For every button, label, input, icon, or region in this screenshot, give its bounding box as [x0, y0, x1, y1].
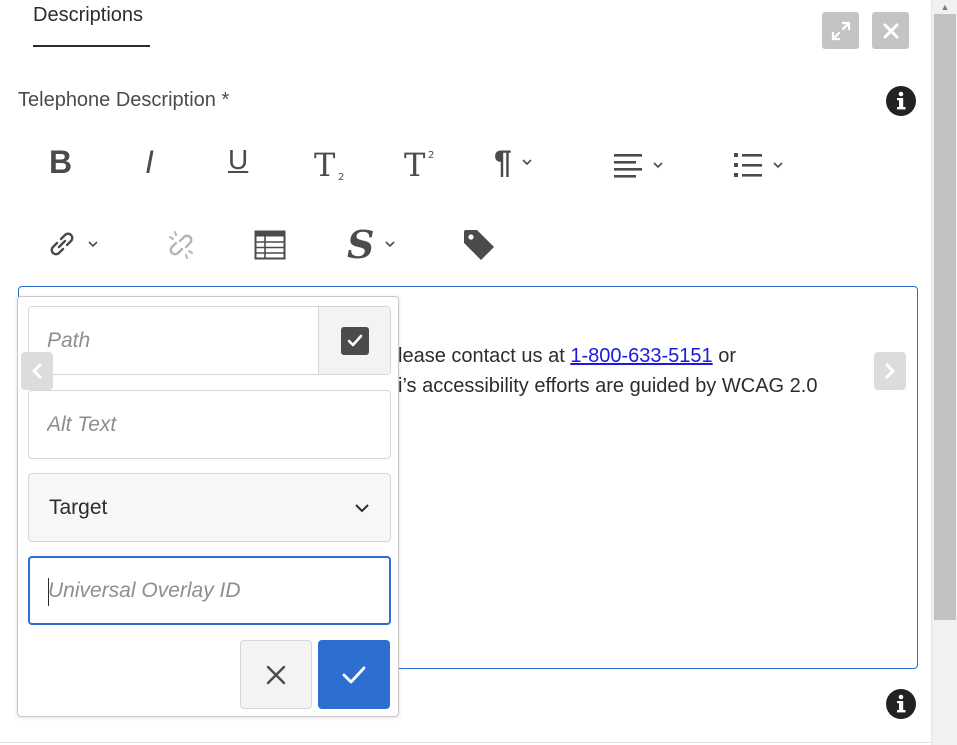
special-chars-icon: S [347, 224, 374, 264]
confirm-button[interactable] [318, 640, 390, 709]
browse-checkbox-cell[interactable] [318, 307, 390, 374]
field-label: Telephone Description * [18, 89, 230, 111]
bulleted-list-icon [734, 153, 762, 177]
superscript-icon: T 2 [404, 146, 434, 182]
checkbox[interactable] [340, 326, 369, 355]
scrollbar-thumb[interactable] [934, 14, 956, 620]
chevron-left-icon [31, 362, 43, 380]
info-icon[interactable] [885, 85, 917, 117]
tag-icon [464, 230, 494, 260]
underline-icon: U [228, 144, 249, 175]
divider [0, 742, 931, 743]
scroll-up-arrow-icon[interactable]: ▲ [932, 0, 957, 14]
italic-button[interactable]: I [145, 146, 154, 178]
bold-icon: B [49, 144, 73, 180]
editor-content[interactable]: lease contact us at 1-800-633-5151 or i’… [398, 341, 868, 401]
path-field[interactable] [28, 306, 391, 375]
fullscreen-icon [831, 21, 850, 40]
universal-overlay-id-input[interactable] [30, 558, 389, 623]
link-dropdown[interactable] [46, 228, 98, 260]
tab-active-indicator [33, 45, 150, 47]
link-icon [50, 232, 74, 256]
link-dialog: Target [17, 296, 399, 717]
scrollbar[interactable]: ▲ [931, 0, 957, 745]
chevron-right-icon [884, 362, 896, 380]
align-left-icon [614, 154, 642, 178]
chevron-down-icon [773, 162, 783, 169]
underline-button[interactable]: U [228, 146, 248, 174]
chevron-down-icon [653, 162, 663, 169]
italic-icon: I [145, 144, 154, 180]
editor-line-1: lease contact us at 1-800-633-5151 or [398, 341, 868, 371]
checkmark-icon [342, 666, 366, 683]
target-select[interactable]: Target [28, 473, 391, 542]
subscript-icon: T 2 [314, 146, 344, 182]
next-button[interactable] [874, 352, 906, 390]
info-icon[interactable] [885, 688, 917, 720]
unlink-button[interactable] [164, 228, 198, 262]
target-select-value: Target [49, 495, 108, 519]
svg-text:S: S [347, 224, 374, 264]
svg-text:T: T [314, 146, 336, 182]
svg-text:2: 2 [338, 172, 344, 182]
paragraph-format-dropdown[interactable]: ¶ [494, 146, 532, 178]
alt-text-field[interactable] [28, 390, 391, 459]
editor-line-2: i’s accessibility efforts are guided by … [398, 375, 818, 397]
chevron-down-icon [88, 241, 98, 248]
editor-text-2: or [712, 345, 737, 367]
close-button[interactable] [872, 12, 909, 49]
subscript-button[interactable]: T 2 [312, 146, 348, 182]
svg-text:2: 2 [428, 150, 434, 161]
text-cursor [48, 578, 49, 606]
align-dropdown[interactable] [613, 150, 663, 180]
tab-descriptions[interactable]: Descriptions [33, 4, 143, 27]
fullscreen-button[interactable] [822, 12, 859, 49]
table-icon [254, 230, 286, 260]
superscript-button[interactable]: T 2 [402, 146, 438, 182]
close-icon [883, 23, 898, 38]
chevron-down-icon [522, 159, 532, 166]
svg-text:T: T [404, 146, 426, 182]
universal-overlay-id-field[interactable] [28, 556, 391, 625]
tag-button[interactable] [462, 228, 496, 262]
editor-text-1: lease contact us at [398, 345, 571, 367]
table-button[interactable] [254, 230, 286, 260]
phone-link[interactable]: 1-800-633-5151 [570, 345, 712, 367]
unlink-icon [169, 231, 193, 259]
list-dropdown[interactable] [733, 150, 783, 180]
paragraph-icon: ¶ [494, 144, 512, 180]
previous-button[interactable] [21, 352, 53, 390]
alt-text-input[interactable] [29, 391, 390, 458]
special-chars-dropdown[interactable]: S [345, 224, 395, 264]
cancel-button[interactable] [240, 640, 312, 709]
path-input[interactable] [29, 307, 319, 374]
close-icon [266, 665, 286, 684]
chevron-down-icon [385, 241, 395, 248]
checkmark-icon [347, 334, 362, 346]
chevron-down-icon [355, 503, 369, 512]
bold-button[interactable]: B [49, 146, 72, 178]
